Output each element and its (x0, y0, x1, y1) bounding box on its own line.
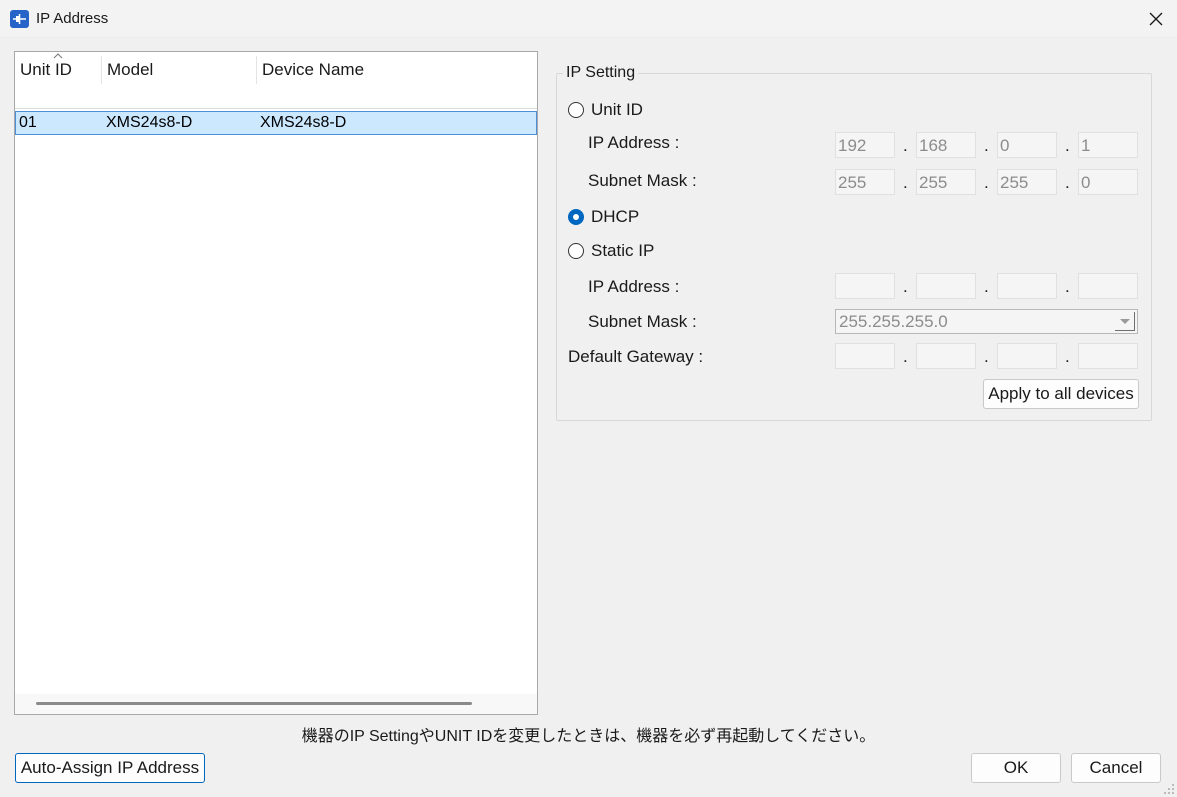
subnet-mask-select[interactable]: 255.255.255.0 (835, 309, 1138, 334)
table-row[interactable]: 01 XMS24s8-D XMS24s8-D (15, 111, 537, 135)
unit-id-radio[interactable] (568, 102, 584, 118)
static-ip-octet-1[interactable] (835, 273, 895, 299)
title-bar: IP Address (0, 0, 1177, 38)
horizontal-scrollbar[interactable] (15, 694, 537, 714)
cancel-button[interactable]: Cancel (1071, 753, 1161, 783)
cell-model: XMS24s8-D (106, 114, 193, 131)
unit-id-ip-address-label: IP Address : (588, 133, 680, 152)
static-subnet-mask-label: Subnet Mask : (588, 312, 697, 331)
cell-unit-id: 01 (19, 114, 37, 131)
unit-id-radio-label[interactable]: Unit ID (591, 100, 643, 120)
auto-assign-ip-button[interactable]: Auto-Assign IP Address (15, 753, 205, 783)
gateway-octet-3[interactable] (997, 343, 1057, 369)
unit-id-ip-octet-3: 0 (997, 132, 1057, 158)
octet-separator: . (1065, 277, 1070, 296)
device-list-header: Unit ID Model Device Name (15, 52, 537, 109)
close-button[interactable] (1134, 0, 1177, 38)
default-gateway-label: Default Gateway : (568, 347, 704, 366)
chevron-down-icon (1120, 319, 1130, 324)
subnet-mask-select-value: 255.255.255.0 (839, 312, 948, 331)
scrollbar-thumb[interactable] (36, 702, 472, 705)
gateway-octet-4[interactable] (1078, 343, 1138, 369)
sort-ascending-icon (53, 53, 63, 59)
ip-setting-title: IP Setting (563, 64, 639, 82)
cell-device-name: XMS24s8-D (260, 114, 347, 131)
octet-separator: . (903, 173, 908, 192)
close-icon (1149, 12, 1162, 26)
octet-separator: . (984, 277, 989, 296)
dhcp-radio[interactable] (568, 209, 584, 225)
app-icon (10, 10, 29, 28)
static-ip-octet-4[interactable] (1078, 273, 1138, 299)
column-divider[interactable] (256, 56, 257, 84)
apply-to-all-devices-button[interactable]: Apply to all devices (983, 379, 1139, 409)
octet-separator: . (984, 173, 989, 192)
static-ip-radio[interactable] (568, 243, 584, 259)
octet-separator: . (1065, 173, 1070, 192)
unit-id-ip-octet-2: 168 (916, 132, 976, 158)
octet-separator: . (1065, 136, 1070, 155)
octet-separator: . (903, 277, 908, 296)
octet-separator: . (984, 136, 989, 155)
device-list[interactable]: Unit ID Model Device Name 01 XMS24s8-D X… (14, 51, 538, 715)
octet-separator: . (984, 347, 989, 366)
dhcp-radio-label[interactable]: DHCP (591, 207, 639, 227)
unit-id-subnet-octet-2: 255 (916, 169, 976, 195)
static-ip-radio-label[interactable]: Static IP (591, 241, 654, 261)
gateway-octet-1[interactable] (835, 343, 895, 369)
unit-id-ip-octet-4: 1 (1078, 132, 1138, 158)
dropdown-button[interactable] (1115, 312, 1135, 331)
window-title: IP Address (36, 10, 109, 27)
ok-button[interactable]: OK (971, 753, 1061, 783)
resize-grip-icon[interactable] (1163, 783, 1175, 795)
column-header-model[interactable]: Model (107, 60, 153, 80)
static-ip-octet-3[interactable] (997, 273, 1057, 299)
unit-id-subnet-octet-4: 0 (1078, 169, 1138, 195)
static-ip-octet-2[interactable] (916, 273, 976, 299)
unit-id-subnet-mask-label: Subnet Mask : (588, 171, 697, 190)
static-ip-address-label: IP Address : (588, 277, 680, 296)
restart-notice: 機器のIP SettingやUNIT IDを変更したときは、機器を必ず再起動して… (301, 728, 876, 745)
octet-separator: . (903, 136, 908, 155)
unit-id-ip-octet-1: 192 (835, 132, 895, 158)
octet-separator: . (903, 347, 908, 366)
unit-id-subnet-octet-1: 255 (835, 169, 895, 195)
unit-id-subnet-octet-3: 255 (997, 169, 1057, 195)
column-header-unit-id[interactable]: Unit ID (20, 60, 72, 80)
octet-separator: . (1065, 347, 1070, 366)
column-divider[interactable] (101, 56, 102, 84)
gateway-octet-2[interactable] (916, 343, 976, 369)
column-header-device-name[interactable]: Device Name (262, 60, 364, 80)
